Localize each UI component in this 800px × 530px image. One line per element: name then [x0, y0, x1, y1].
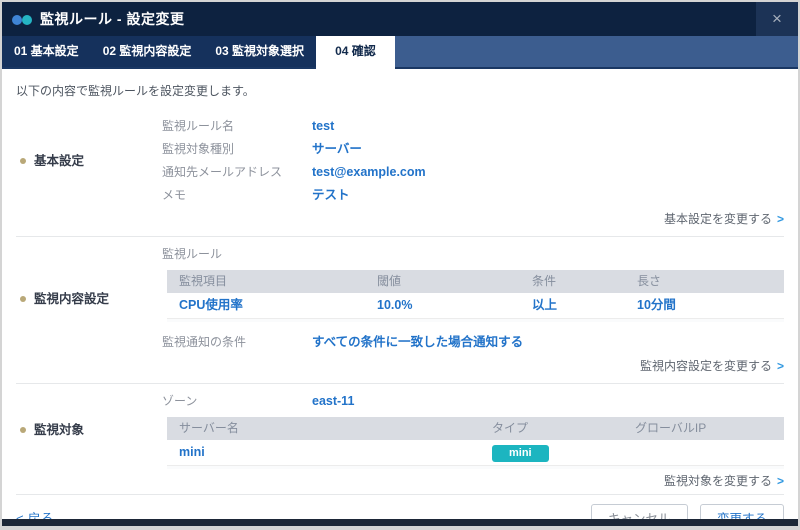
notify-email-value: test@example.com [312, 165, 426, 179]
cancel-button[interactable]: キャンセル [591, 504, 688, 519]
change-basic-settings-link[interactable]: 基本設定を変更する > [16, 210, 784, 227]
section-basic-title: 基本設定 [16, 115, 162, 207]
section-monitor-target: 監視対象 ゾーン east-11 サーバー名 タイプ グローバルIP mini … [16, 384, 784, 469]
monitor-table-header: 監視項目 閾値 条件 長さ [167, 270, 784, 293]
change-monitor-settings-link[interactable]: 監視内容設定を変更する > [16, 357, 784, 374]
change-target-link[interactable]: 監視対象を変更する > [16, 472, 784, 489]
rule-name-label: 監視ルール名 [162, 119, 235, 133]
notify-email-label: 通知先メールアドレス [162, 165, 283, 179]
tab-basic-settings[interactable]: 01 基本設定 [2, 36, 91, 67]
server-type-badge: mini [492, 445, 549, 462]
tab-monitor-settings[interactable]: 02 監視内容設定 [90, 36, 204, 67]
tab-confirm[interactable]: 04 確認 [316, 36, 395, 69]
col-global-ip: グローバルIP [635, 421, 707, 435]
zone-value: east-11 [312, 394, 355, 408]
server-table-row: mini mini [167, 440, 784, 466]
monitor-item-value: CPU使用率 [179, 298, 243, 312]
memo-row: メモ テスト [162, 184, 784, 207]
tab-target-selection[interactable]: 03 監視対象選択 [203, 36, 317, 67]
server-name-value: mini [179, 445, 205, 459]
server-table: サーバー名 タイプ グローバルIP mini mini [167, 417, 784, 469]
rule-name-value: test [312, 119, 335, 133]
section-monitor-settings: 監視内容設定 監視ルール 監視項目 閾値 条件 長さ CPU使用率 10.0% … [16, 237, 784, 354]
chevron-right-icon: > [776, 212, 784, 226]
confirmation-message: 以下の内容で監視ルールを設定変更します。 [16, 84, 255, 98]
global-ip-value [635, 440, 784, 465]
col-monitor-item: 監視項目 [179, 274, 228, 288]
notify-email-row: 通知先メールアドレス test@example.com [162, 161, 784, 184]
chevron-left-icon: < [16, 511, 24, 519]
notify-condition-label: 監視通知の条件 [162, 335, 247, 349]
memo-label: メモ [162, 188, 187, 202]
target-type-label: 監視対象種別 [162, 142, 235, 156]
binoculars-icon [12, 13, 33, 26]
monitor-rule-row: 監視ルール [162, 244, 784, 265]
target-type-row: 監視対象種別 サーバー [162, 138, 784, 161]
section-monitor-title: 監視内容設定 [16, 244, 162, 354]
section-basic-settings: 基本設定 監視ルール名 test 監視対象種別 サーバー 通知先メールアドレス … [16, 108, 784, 207]
monitor-table-row: CPU使用率 10.0% 以上 10分間 [167, 293, 784, 319]
section-bullet-icon [20, 296, 26, 302]
col-server-name: サーバー名 [179, 421, 239, 435]
monitor-rule-table: 監視項目 閾値 条件 長さ CPU使用率 10.0% 以上 10分間 [167, 270, 784, 322]
duration-value: 10分間 [637, 298, 676, 312]
zone-row: ゾーン east-11 [162, 391, 784, 412]
chevron-right-icon: > [776, 474, 784, 488]
zone-label: ゾーン [162, 394, 198, 408]
modal-title: 監視ルール - 設定変更 [40, 11, 185, 27]
rule-name-row: 監視ルール名 test [162, 115, 784, 138]
threshold-value: 10.0% [377, 298, 413, 312]
target-type-value: サーバー [312, 142, 362, 156]
back-link[interactable]: < 戻る [16, 508, 54, 519]
close-icon[interactable]: × [756, 2, 798, 36]
col-duration: 長さ [637, 274, 662, 288]
section-target-title: 監視対象 [16, 391, 162, 469]
chevron-right-icon: > [776, 359, 784, 373]
settings-modal: 監視ルール - 設定変更 × 01 基本設定 02 監視内容設定 03 監視対象… [2, 2, 798, 526]
server-table-header: サーバー名 タイプ グローバルIP [167, 417, 784, 440]
notify-condition-row: 監視通知の条件 すべての条件に一致した場合通知する [162, 331, 784, 354]
col-condition: 条件 [532, 274, 557, 288]
section-bullet-icon [20, 427, 26, 433]
condition-value: 以上 [532, 298, 558, 312]
window-bottom-edge [2, 519, 798, 526]
modal-titlebar: 監視ルール - 設定変更 × [2, 2, 798, 36]
modal-footer: < 戻る キャンセル 変更する [16, 495, 784, 519]
submit-change-button[interactable]: 変更する [699, 504, 784, 519]
col-threshold: 閾値 [377, 274, 402, 288]
monitor-rule-label: 監視ルール [162, 247, 223, 261]
notify-condition-value: すべての条件に一致した場合通知する [312, 335, 524, 349]
wizard-tabbar: 01 基本設定 02 監視内容設定 03 監視対象選択 04 確認 [2, 36, 798, 69]
memo-value: テスト [312, 188, 350, 202]
modal-body: 以下の内容で監視ルールを設定変更します。 基本設定 監視ルール名 test 監視… [2, 69, 798, 519]
section-bullet-icon [20, 158, 26, 164]
col-type: タイプ [492, 421, 529, 435]
